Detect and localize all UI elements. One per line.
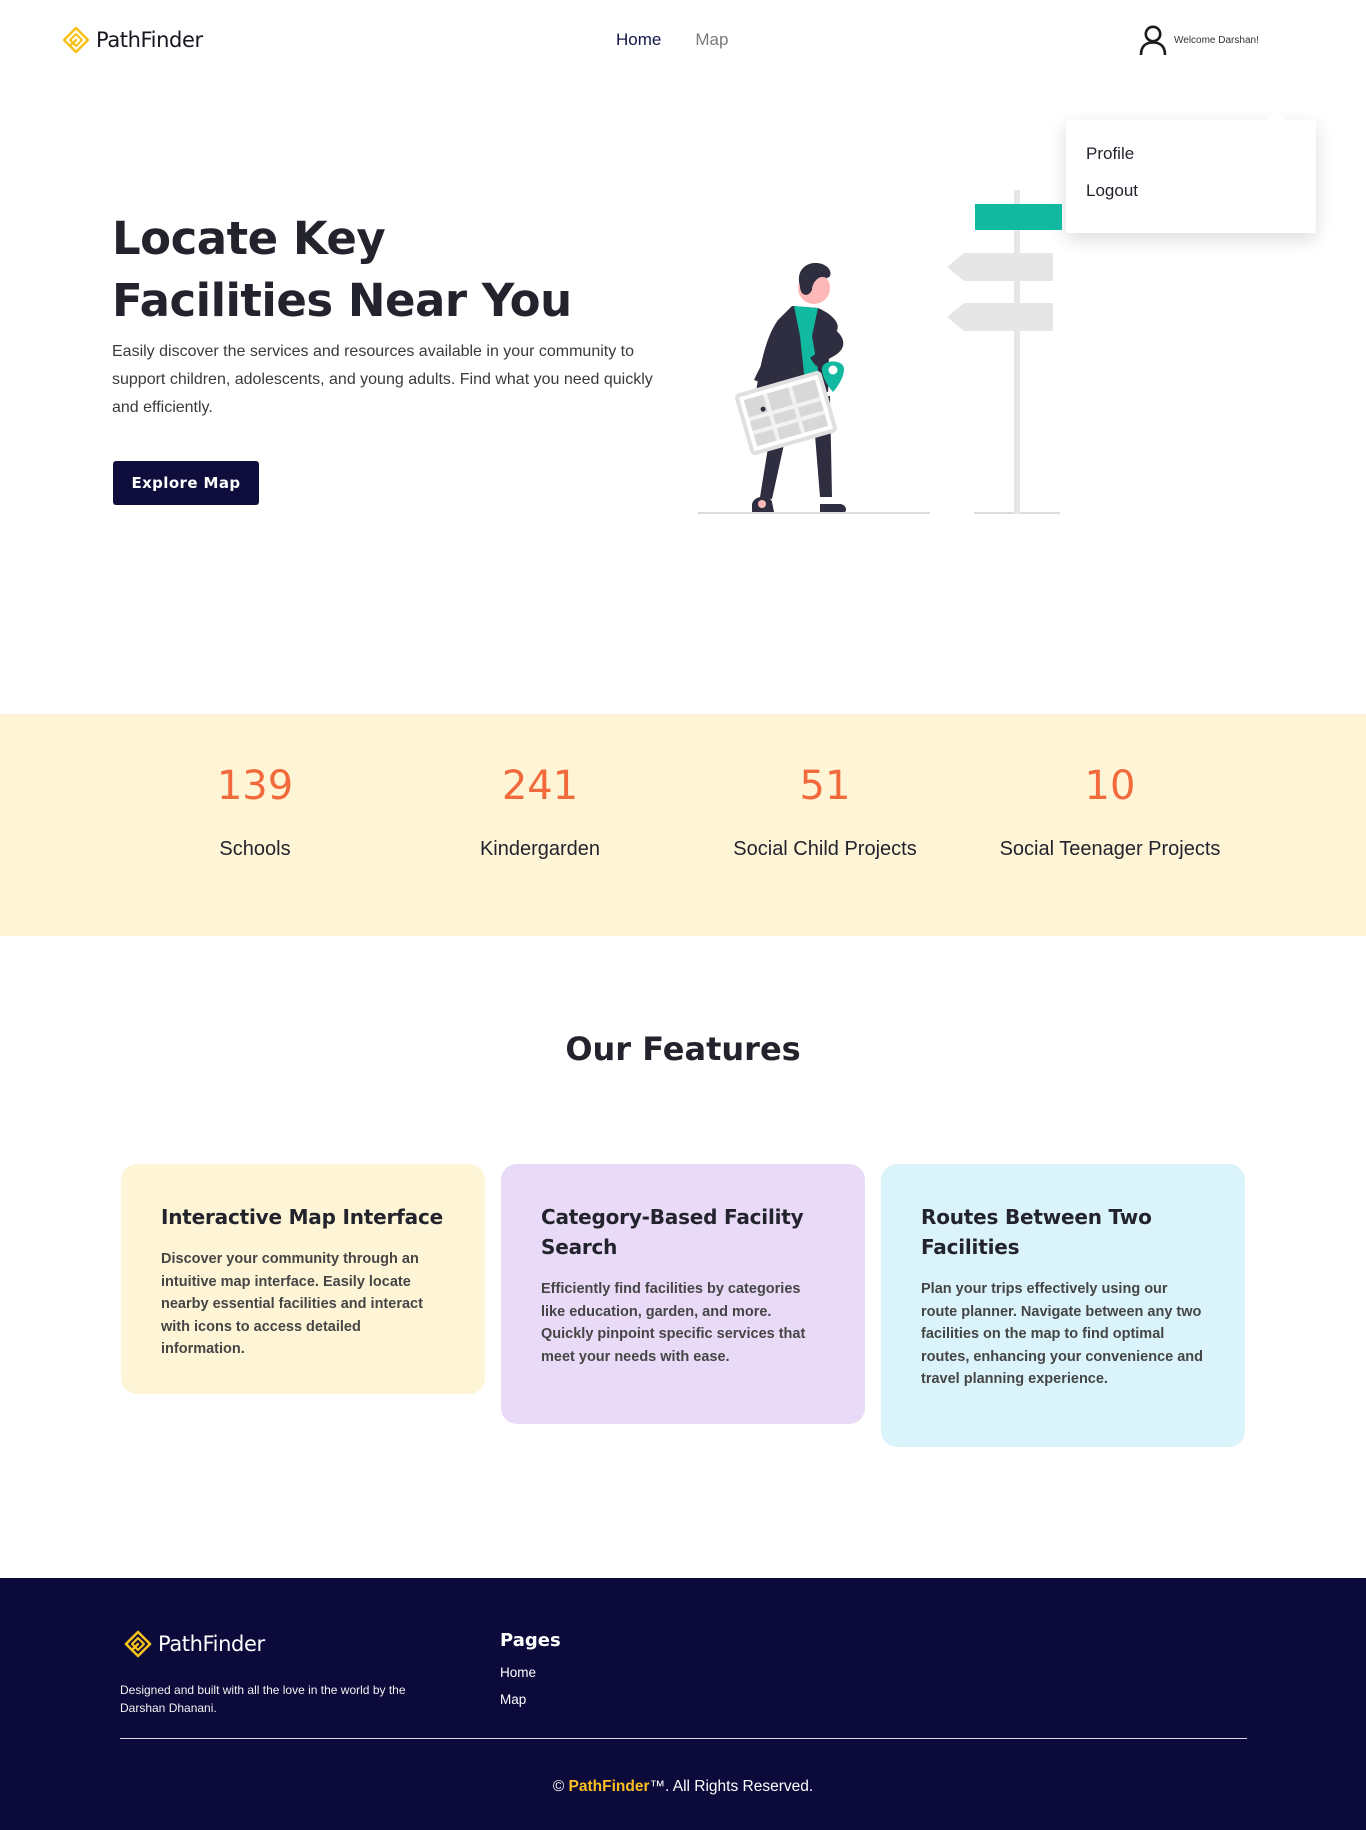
- footer-pages: Pages Home Map: [500, 1630, 561, 1713]
- feature-card-title: Category-Based Facility Search: [541, 1205, 804, 1259]
- footer-brand-logo[interactable]: PathFinder: [124, 1630, 265, 1658]
- footer-pages-heading: Pages: [500, 1630, 561, 1651]
- footer-tagline: Designed and built with all the love in …: [120, 1683, 406, 1715]
- feature-card-title: Routes Between Two Facilities: [921, 1205, 1152, 1259]
- site-footer: PathFinder Designed and built with all t…: [0, 1578, 1366, 1830]
- feature-card-category-search: Category-Based Facility Search Efficient…: [501, 1164, 865, 1424]
- explore-map-button[interactable]: Explore Map: [113, 461, 259, 505]
- nav-links: Home Map: [616, 30, 728, 50]
- footer-divider: [120, 1738, 1247, 1739]
- feature-card-text: Plan your trips effectively using our ro…: [921, 1281, 1204, 1388]
- footer-link-map[interactable]: Map: [500, 1686, 561, 1713]
- welcome-text: Welcome Darshan!: [1174, 34, 1259, 46]
- user-icon: [1139, 25, 1167, 56]
- top-navbar: PathFinder Home Map Welcome Darshan!: [0, 0, 1366, 80]
- footer-copyright: © PathFinder™. All Rights Reserved.: [0, 1778, 1366, 1796]
- feature-card-routes: Routes Between Two Facilities Plan your …: [881, 1164, 1245, 1447]
- copyright-suffix: ™. All Rights Reserved.: [649, 1778, 814, 1795]
- copyright-brand: PathFinder: [568, 1778, 650, 1795]
- feature-card-interactive-map: Interactive Map Interface Discover your …: [121, 1164, 485, 1394]
- map-reading-person-illustration: [698, 190, 1062, 514]
- nav-link-home[interactable]: Home: [616, 30, 661, 50]
- stat-label: Social Child Projects: [733, 838, 917, 860]
- user-menu-toggle[interactable]: Welcome Darshan!: [1138, 24, 1259, 56]
- feature-card-text: Efficiently find facilities by categorie…: [541, 1281, 806, 1365]
- feature-card-text: Discover your community through an intui…: [161, 1251, 423, 1358]
- pathfinder-logo-icon: [62, 26, 90, 54]
- stat-value: 10: [1084, 763, 1136, 809]
- footer-brand-name: PathFinder: [158, 1632, 265, 1656]
- hero-title: Locate Key Facilities Near You: [112, 208, 672, 332]
- stats-banner: 139 Schools 241 Kindergarden 51 Social C…: [0, 714, 1366, 936]
- stat-value: 139: [216, 763, 294, 809]
- stat-kindergarden: 241 Kindergarden: [390, 714, 690, 861]
- hero-description: Easily discover the services and resourc…: [112, 343, 653, 416]
- pathfinder-logo-icon: [124, 1630, 152, 1658]
- brand-name: PathFinder: [96, 28, 203, 52]
- profile-menu-item[interactable]: Profile: [1066, 142, 1316, 179]
- feature-card-title: Interactive Map Interface: [161, 1205, 443, 1229]
- stat-social-teenager-projects: 10 Social Teenager Projects: [960, 714, 1260, 861]
- stat-social-child-projects: 51 Social Child Projects: [675, 714, 975, 861]
- footer-link-home[interactable]: Home: [500, 1659, 561, 1686]
- features-heading: Our Features: [565, 1030, 801, 1068]
- copyright-symbol: ©: [552, 1778, 565, 1795]
- stat-value: 241: [501, 763, 579, 809]
- hero-title-line1: Locate Key: [112, 212, 386, 265]
- logout-menu-item[interactable]: Logout: [1066, 179, 1316, 216]
- nav-link-map[interactable]: Map: [695, 30, 728, 50]
- brand-logo[interactable]: PathFinder: [62, 26, 203, 54]
- stat-schools: 139 Schools: [105, 714, 405, 861]
- stat-value: 51: [799, 763, 851, 809]
- stat-label: Kindergarden: [479, 838, 601, 860]
- hero-title-line2: Facilities Near You: [112, 274, 572, 327]
- user-dropdown-menu: Profile Logout: [1066, 110, 1316, 233]
- stat-label: Social Teenager Projects: [999, 838, 1221, 860]
- stat-label: Schools: [219, 838, 291, 860]
